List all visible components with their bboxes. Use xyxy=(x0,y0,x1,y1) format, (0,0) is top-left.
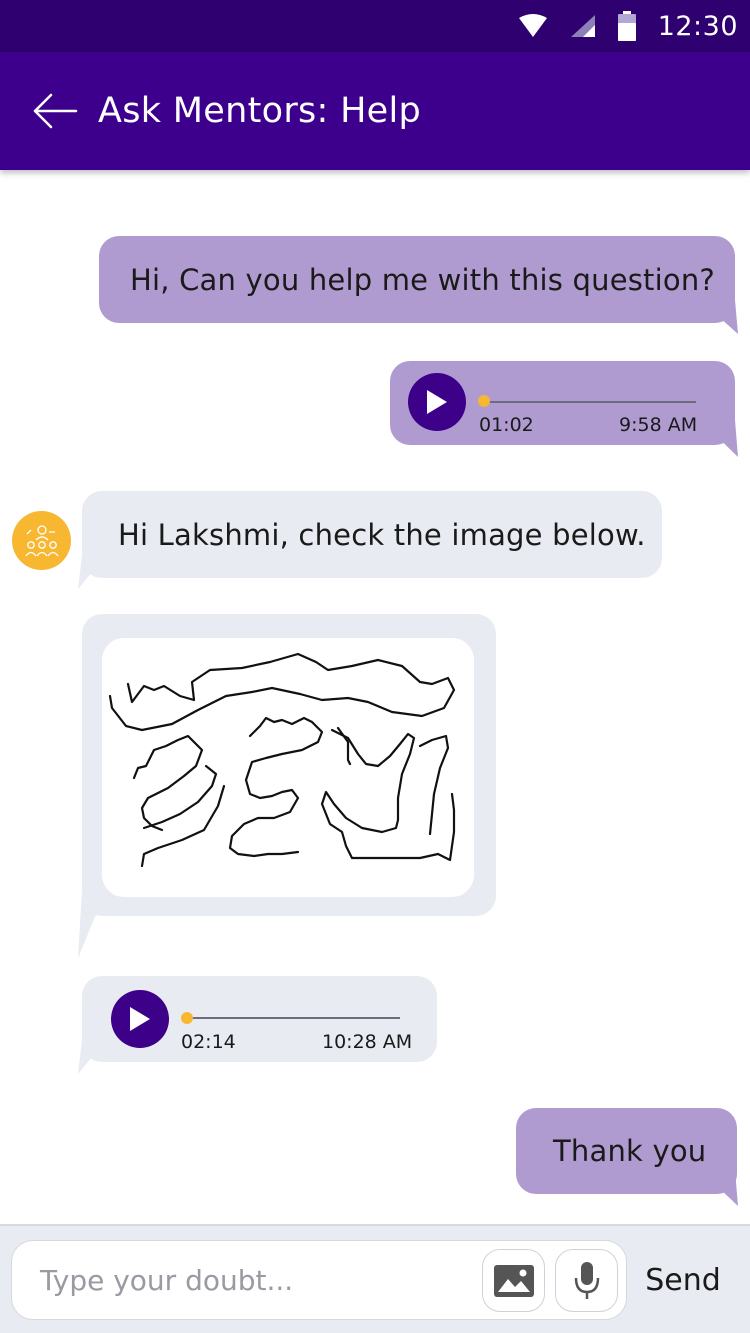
audio-duration: 01:02 xyxy=(479,414,534,436)
message-bubble-sent[interactable]: Hi, Can you help me with this question? xyxy=(99,236,735,323)
bubble-tail xyxy=(78,1040,106,1074)
play-button[interactable] xyxy=(408,373,466,431)
message-bubble-received[interactable]: Hi Lakshmi, check the image below. xyxy=(82,491,662,578)
audio-progress-track[interactable] xyxy=(484,401,696,403)
mentor-avatar[interactable] xyxy=(12,511,71,570)
mentor-group-icon xyxy=(24,524,59,556)
attach-image-button[interactable] xyxy=(482,1249,545,1312)
status-bar: 12:30 xyxy=(0,0,750,52)
signal-icon xyxy=(570,14,596,38)
message-text: Hi Lakshmi, check the image below. xyxy=(118,517,646,552)
voice-record-button[interactable] xyxy=(555,1249,618,1312)
message-input-bar: Type your doubt... Send xyxy=(0,1224,750,1333)
wifi-icon xyxy=(518,14,548,38)
play-icon xyxy=(130,1007,150,1031)
message-text: Thank you xyxy=(553,1134,707,1168)
play-button[interactable] xyxy=(111,990,169,1048)
audio-message-received: 02:14 10:28 AM xyxy=(82,976,437,1062)
shared-image[interactable] xyxy=(102,638,474,897)
bubble-tail xyxy=(78,890,106,958)
bubble-tail xyxy=(700,300,738,334)
audio-message-sent: 01:02 9:58 AM xyxy=(390,361,735,445)
bubble-tail xyxy=(700,1170,738,1206)
handwritten-sketch xyxy=(108,652,456,868)
audio-progress-handle[interactable] xyxy=(478,395,490,407)
bubble-tail xyxy=(700,420,738,457)
audio-progress-handle[interactable] xyxy=(181,1012,193,1024)
image-icon xyxy=(493,1264,534,1297)
back-button[interactable] xyxy=(32,86,94,136)
microphone-icon xyxy=(574,1261,599,1299)
page-title: Ask Mentors: Help xyxy=(98,91,422,131)
send-button[interactable]: Send xyxy=(640,1226,726,1333)
audio-timestamp: 10:28 AM xyxy=(322,1031,413,1053)
app-bar: Ask Mentors: Help xyxy=(0,52,750,170)
status-time: 12:30 xyxy=(657,10,738,42)
play-icon xyxy=(427,390,447,414)
arrow-left-icon xyxy=(33,93,78,129)
battery-icon xyxy=(617,11,636,41)
message-text: Hi, Can you help me with this question? xyxy=(130,262,715,297)
audio-progress-track[interactable] xyxy=(186,1017,400,1019)
input-placeholder: Type your doubt... xyxy=(40,1264,294,1297)
doubt-input[interactable]: Type your doubt... xyxy=(11,1240,627,1320)
bubble-tail xyxy=(78,555,106,589)
audio-timestamp: 9:58 AM xyxy=(619,414,698,436)
audio-duration: 02:14 xyxy=(181,1031,236,1053)
